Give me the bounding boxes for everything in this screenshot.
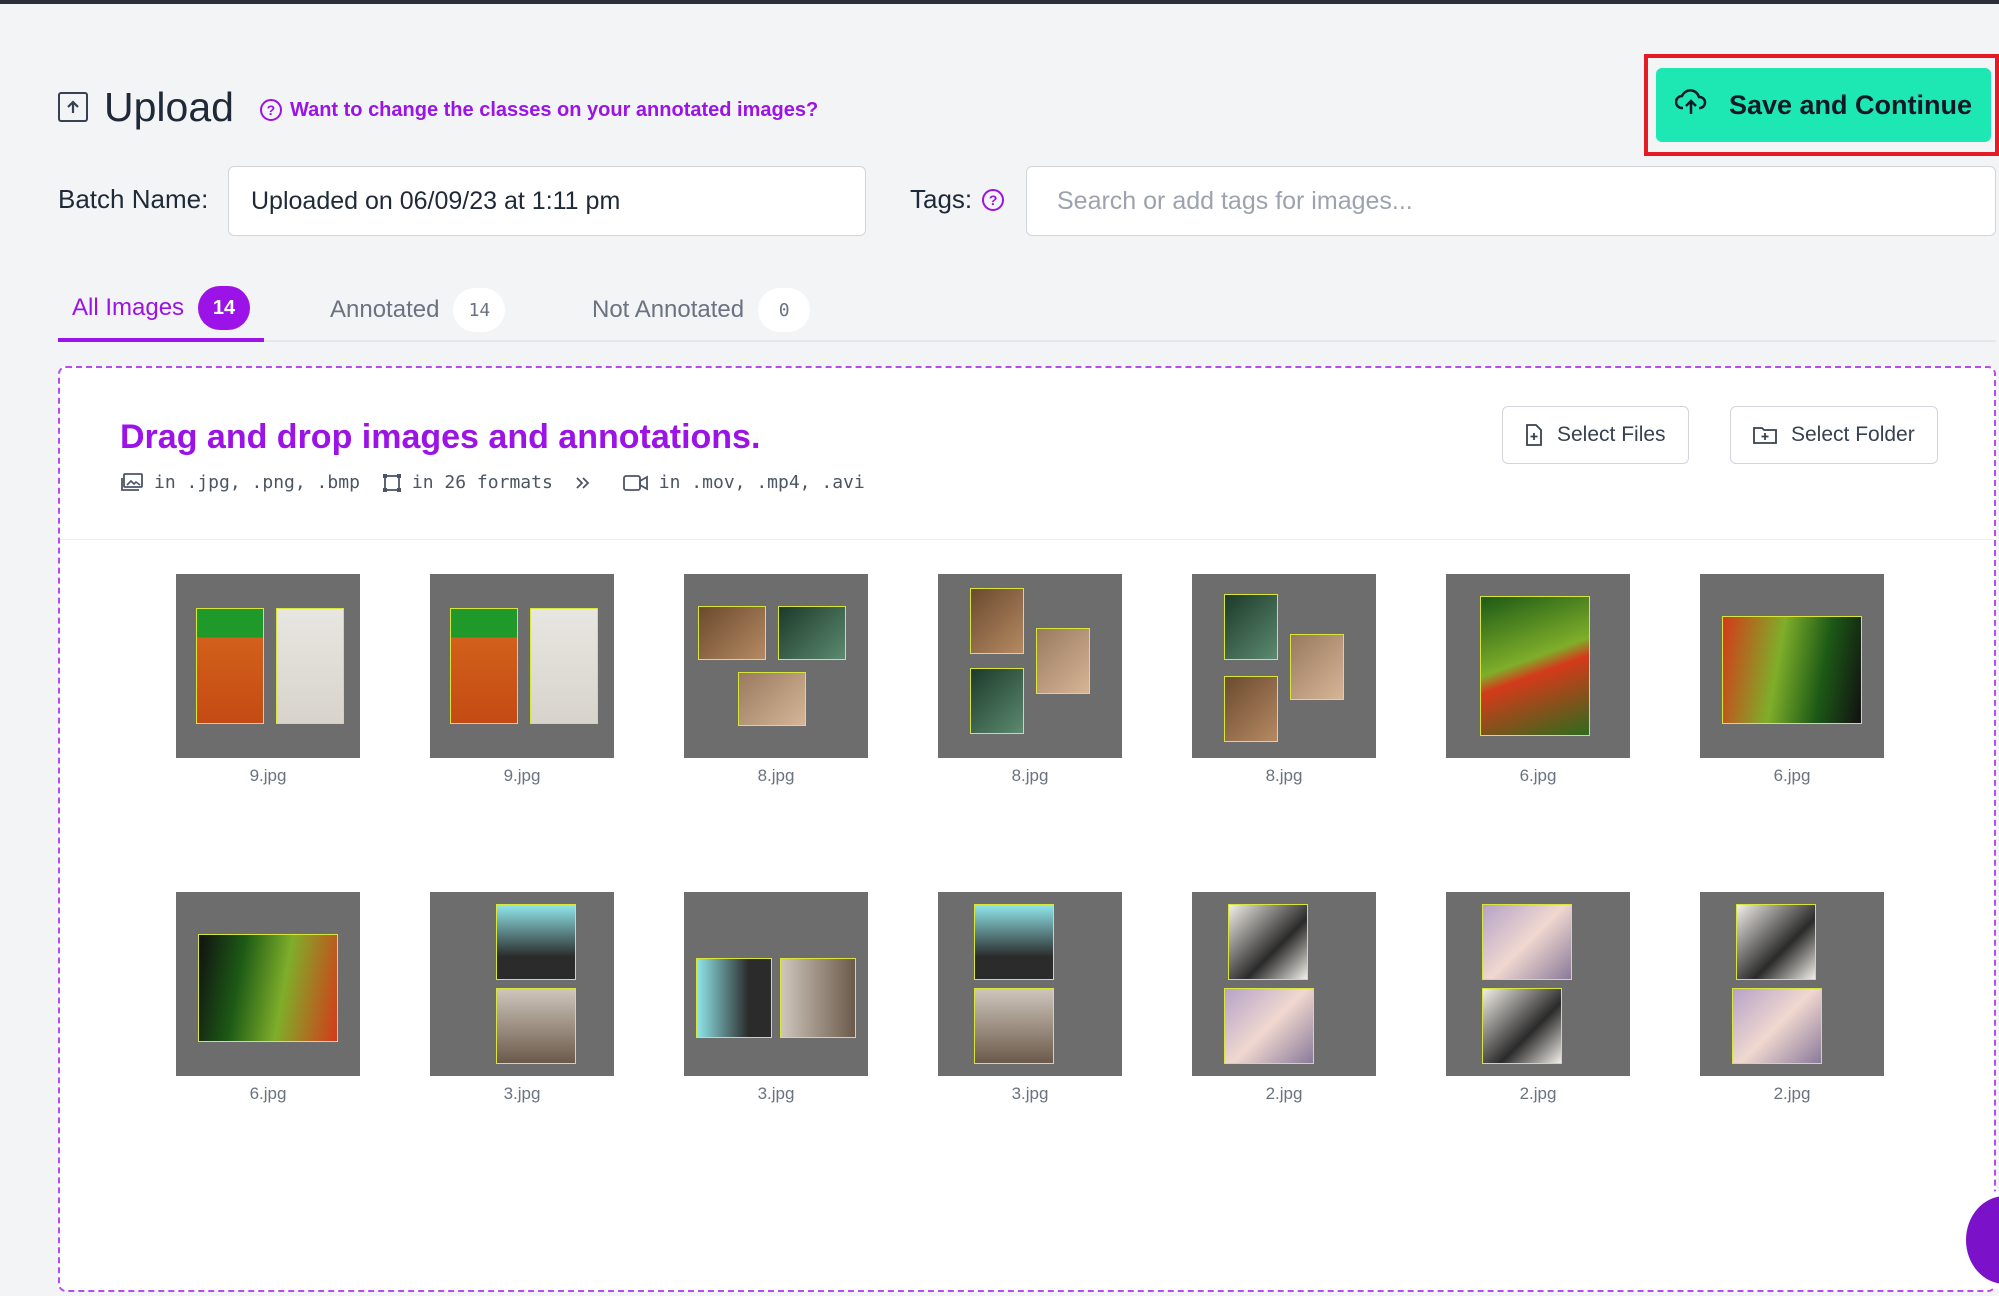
image-formats-text: in .jpg, .png, .bmp [154, 472, 360, 493]
cloud-upload-icon [1674, 88, 1707, 123]
upload-icon [58, 92, 88, 122]
thumbnail-image [684, 574, 868, 758]
thumbnail[interactable]: 2.jpg [1446, 892, 1630, 1104]
thumbnail[interactable]: 3.jpg [430, 892, 614, 1104]
help-icon: ? [259, 99, 282, 121]
select-files-button[interactable]: Select Files [1502, 406, 1689, 464]
tags-label-group: Tags: ? [910, 184, 1012, 215]
thumbnail-image [176, 892, 360, 1076]
folder-plus-icon [1753, 427, 1777, 444]
image-filter-tabs: All Images 14 Annotated 14 Not Annotated… [58, 278, 1996, 342]
tags-help-icon[interactable]: ? [982, 188, 1005, 211]
upload-dropzone[interactable]: Drag and drop images and annotations. in… [58, 366, 1996, 1292]
tab-all-images[interactable]: All Images 14 [58, 278, 265, 342]
thumbnail-filename: 2.jpg [1519, 1084, 1557, 1103]
thumbnail[interactable]: 3.jpg [684, 892, 868, 1104]
thumbnail-image [938, 574, 1122, 758]
annotation-formats-text: in 26 formats [411, 472, 553, 493]
dropzone-header: Drag and drop images and annotations. in… [60, 368, 1994, 540]
tab-label: All Images [72, 294, 185, 321]
thumbnail[interactable]: 9.jpg [176, 574, 360, 786]
page-header: Upload ? Want to change the classes on y… [58, 82, 818, 132]
thumbnail-image [684, 892, 868, 1076]
save-and-continue-button[interactable]: Save and Continue [1656, 68, 1991, 142]
thumbnail[interactable]: 2.jpg [1700, 892, 1884, 1104]
thumbnail-filename: 3.jpg [1011, 1084, 1049, 1103]
tags-label: Tags: [910, 184, 973, 214]
save-and-continue-label: Save and Continue [1728, 89, 1973, 120]
thumbnail-filename: 8.jpg [757, 766, 795, 785]
tab-label: Annotated [330, 296, 440, 323]
thumbnail-image [1192, 892, 1376, 1076]
thumbnail[interactable]: 2.jpg [1192, 892, 1376, 1104]
annotation-formats: in 26 formats [382, 472, 553, 493]
change-classes-link[interactable]: ? Want to change the classes on your ann… [259, 98, 819, 122]
tab-not-annotated[interactable]: Not Annotated 0 [592, 278, 811, 342]
thumbnail-image [938, 892, 1122, 1076]
video-formats: in .mov, .mp4, .avi [622, 472, 865, 493]
tab-annotated[interactable]: Annotated 14 [330, 278, 506, 342]
video-icon [622, 474, 648, 491]
image-icon [121, 472, 143, 491]
thumbnail-image [430, 574, 614, 758]
change-classes-link-label: Want to change the classes on your annot… [289, 98, 819, 121]
thumbnail[interactable]: 8.jpg [1192, 574, 1376, 786]
thumbnail-image [1700, 574, 1884, 758]
dropzone-title: Drag and drop images and annotations. [120, 418, 761, 456]
save-highlight: Save and Continue [1644, 54, 1999, 156]
select-files-label: Select Files [1557, 423, 1666, 446]
chevrons-right-icon[interactable] [575, 475, 601, 491]
thumbnail-filename: 8.jpg [1011, 766, 1049, 785]
thumbnail-filename: 3.jpg [503, 1084, 541, 1103]
thumbnail[interactable]: 8.jpg [684, 574, 868, 786]
count-badge: 0 [758, 288, 811, 332]
select-folder-label: Select Folder [1791, 423, 1915, 446]
thumbnail[interactable]: 9.jpg [430, 574, 614, 786]
count-badge: 14 [198, 286, 251, 330]
supported-formats: in .jpg, .png, .bmp in 26 formats in .mo… [120, 472, 887, 493]
thumbnail[interactable]: 6.jpg [1700, 574, 1884, 786]
select-folder-button[interactable]: Select Folder [1730, 406, 1938, 464]
thumbnail-image [430, 892, 614, 1076]
thumbnail[interactable]: 3.jpg [938, 892, 1122, 1104]
video-formats-text: in .mov, .mp4, .avi [658, 472, 865, 493]
thumbnail-filename: 2.jpg [1773, 1084, 1811, 1103]
thumbnail-filename: 3.jpg [757, 1084, 795, 1103]
thumbnail[interactable]: 8.jpg [938, 574, 1122, 786]
thumbnail-image [1446, 574, 1630, 758]
thumbnail-image [1700, 892, 1884, 1076]
thumbnail-image [1446, 892, 1630, 1076]
tags-search-input[interactable] [1026, 166, 1996, 236]
tab-label: Not Annotated [592, 296, 745, 323]
thumbnail-image [1192, 574, 1376, 758]
batch-name-label: Batch Name: [58, 184, 209, 214]
thumbnail-filename: 2.jpg [1265, 1084, 1303, 1103]
thumbnail-filename: 6.jpg [249, 1084, 287, 1103]
thumbnail-filename: 9.jpg [503, 766, 541, 785]
file-plus-icon [1526, 424, 1542, 446]
batch-name-input[interactable] [228, 166, 866, 236]
thumbnail[interactable]: 6.jpg [1446, 574, 1630, 786]
crop-icon [382, 473, 401, 492]
thumbnail-filename: 9.jpg [249, 766, 287, 785]
thumbnail-filename: 8.jpg [1265, 766, 1303, 785]
thumbnail-filename: 6.jpg [1773, 766, 1811, 785]
thumbnail[interactable]: 6.jpg [176, 892, 360, 1104]
thumbnail-image [176, 574, 360, 758]
page-title: Upload [104, 83, 234, 130]
image-formats: in .jpg, .png, .bmp [120, 472, 360, 493]
top-bar [0, 0, 1999, 4]
thumbnail-filename: 6.jpg [1519, 766, 1557, 785]
count-badge: 14 [453, 288, 506, 332]
